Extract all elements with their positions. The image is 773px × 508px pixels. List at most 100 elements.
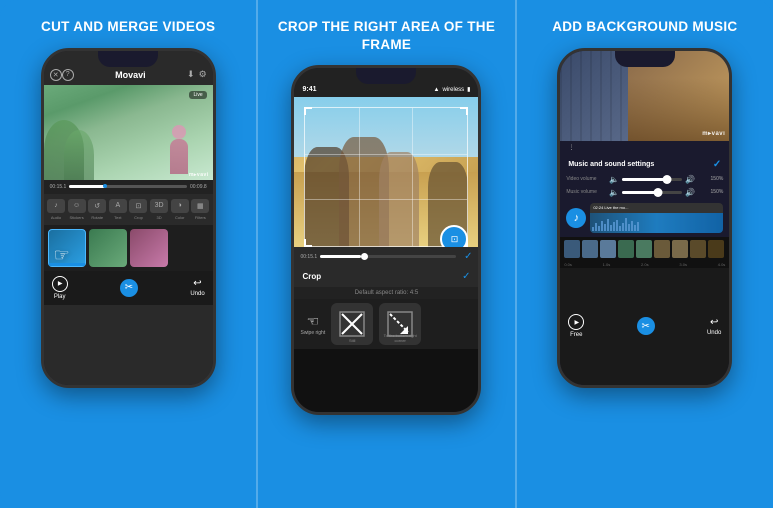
tool-text[interactable]: A Text (109, 199, 127, 220)
undo-button[interactable]: ↩ Undo (190, 278, 204, 297)
video-speaker-high-icon: 🔊 (685, 175, 695, 184)
waveform-bars (590, 213, 723, 233)
music-volume-thumb[interactable] (654, 188, 663, 197)
timeline-track[interactable] (69, 185, 187, 188)
video-speaker-icon: 🔈 (609, 175, 619, 184)
settings-icon[interactable]: ⚙ (199, 69, 207, 80)
timeline-end-time: 00:09.8 (190, 184, 207, 190)
help-icon[interactable]: ? (62, 69, 74, 81)
play-btn-circle[interactable]: ▶ (52, 276, 68, 292)
status-time-2: 9:41 (302, 86, 316, 93)
crop-grid-line-v1 (359, 108, 360, 246)
crop-corner-bl[interactable] (304, 239, 312, 247)
music-vol-label: Music volume (566, 189, 606, 195)
tool-filters[interactable]: ▦ Filters (191, 199, 209, 220)
live-badge: Live (189, 91, 206, 99)
wifi-icon: wireless (443, 87, 465, 93)
status-icons-2: ▲ wireless ▮ (434, 86, 471, 93)
thumb-4 (618, 240, 634, 258)
video-preview-1: Live m▸vavi (44, 85, 213, 180)
swipe-right-hint: ☜ Swipe right (300, 313, 325, 336)
music-track-display[interactable]: 02:24 Live the mo... (590, 203, 723, 233)
crop-option-bottom-right[interactable]: To the bottom right corner (379, 303, 421, 345)
crop-corner-tl[interactable] (304, 107, 312, 115)
phone-1: ✕ ? Movavi ⬇ ⚙ (41, 48, 216, 388)
filters-icon: ▦ (191, 199, 209, 213)
video-volume-thumb[interactable] (663, 175, 672, 184)
crop-label-row: Crop ✓ (294, 266, 478, 287)
thumb-3 (600, 240, 616, 258)
tool-color[interactable]: ◑ Color (171, 199, 189, 220)
cut-btn-3[interactable]: ✂ (637, 317, 655, 335)
music-waveform (590, 213, 723, 233)
play-button-3[interactable]: ▶ Free (568, 314, 584, 338)
tool-stickers-label: Stickers (69, 215, 83, 220)
tool-filters-label: Filters (195, 215, 206, 220)
download-icon[interactable]: ⬇ (187, 69, 195, 80)
tool-crop[interactable]: ⊡ Crop (129, 199, 147, 220)
timeline-start-time: 00:15.1 (50, 184, 67, 190)
video-volume-fill (622, 178, 667, 181)
crop-icon: ⊡ (129, 199, 147, 213)
cut-button[interactable]: ✂ (120, 279, 138, 297)
music-note-button[interactable]: ♪ (566, 208, 586, 228)
timeline-2-thumb[interactable] (361, 253, 368, 260)
cut-btn-circle[interactable]: ✂ (120, 279, 138, 297)
clip-2[interactable] (89, 229, 127, 267)
aspect-ratio-label: Default aspect ratio: 4:5 (294, 287, 478, 299)
app-container: CUT AND MERGE VIDEOS ✕ ? Movavi ⬇ ⚙ (0, 0, 773, 508)
phone-2-screen: 9:41 ▲ wireless ▮ (294, 68, 478, 412)
thumb-1 (564, 240, 580, 258)
timeline-2-track[interactable] (320, 255, 456, 258)
bottom-bar-3: ▶ Free ✂ ↩ Undo (560, 268, 729, 385)
cut-button-3[interactable]: ✂ (637, 317, 655, 335)
time-label-5: 4.0s (718, 262, 726, 267)
scissors-icon-3: ✂ (641, 321, 649, 332)
swipe-hand-icon: ☜ (307, 313, 320, 330)
settings-check[interactable]: ✓ (713, 159, 721, 170)
tool-audio[interactable]: ♪ Audio (47, 199, 65, 220)
play-label: Play (54, 294, 66, 300)
play-btn-3[interactable]: ▶ (568, 314, 584, 330)
clip-3[interactable] (130, 229, 168, 267)
crop-confirm-icon[interactable]: ✓ (462, 271, 470, 282)
swipe-options-row: ☜ Swipe right Still (294, 299, 478, 349)
toolbar-1: ♪ Audio ☺ Stickers ↺ Rotate (44, 194, 213, 225)
timeline-check[interactable]: ✓ (464, 251, 472, 262)
movavi-logo-3: m▸vavi (702, 130, 725, 137)
signal-icon: ▲ (434, 87, 440, 93)
swipe-right-label: Swipe right (300, 330, 325, 336)
crop-option-still[interactable]: Still (331, 303, 373, 345)
tool-crop-label: Crop (134, 215, 143, 220)
tree-decoration-2 (64, 130, 94, 180)
crop-heading: Crop (302, 272, 321, 281)
dots-icon: ⋮ (568, 144, 574, 151)
crop-grid-line-h1 (305, 154, 467, 155)
music-note-icon: ♪ (574, 212, 580, 224)
play-button[interactable]: ▶ Play (52, 276, 68, 300)
thumb-8 (690, 240, 706, 258)
tool-3d[interactable]: 3D 3D (150, 199, 168, 220)
crop-action-button[interactable]: ⊡ Crop (440, 225, 468, 247)
timeline-bar-2[interactable]: 00:15.1 ✓ (294, 247, 478, 266)
tool-3d-label: 3D (157, 215, 162, 220)
undo-button-3[interactable]: ↩ Undo (707, 317, 721, 336)
stickers-icon: ☺ (68, 199, 86, 213)
play-icon-3: ▶ (575, 319, 580, 326)
color-icon: ◑ (171, 199, 189, 213)
timeline-thumb[interactable] (103, 184, 107, 188)
music-volume-track[interactable] (622, 191, 682, 194)
settings-dots: ⋮ (560, 141, 729, 154)
music-speaker-icon: 🔈 (609, 188, 619, 197)
timeline-bar-1[interactable]: 00:15.1 00:09.8 (44, 180, 213, 194)
phone-1-notch (98, 51, 158, 67)
still-icon (338, 310, 366, 338)
thumb-5 (636, 240, 652, 258)
close-icon[interactable]: ✕ (50, 69, 62, 81)
video-vol-label: Video volume (566, 176, 606, 182)
music-settings-text: Music and sound settings (568, 161, 654, 168)
tool-rotate[interactable]: ↺ Rotate (88, 199, 106, 220)
crop-corner-tr[interactable] (460, 107, 468, 115)
video-volume-track[interactable] (622, 178, 682, 181)
tool-stickers[interactable]: ☺ Stickers (68, 199, 86, 220)
